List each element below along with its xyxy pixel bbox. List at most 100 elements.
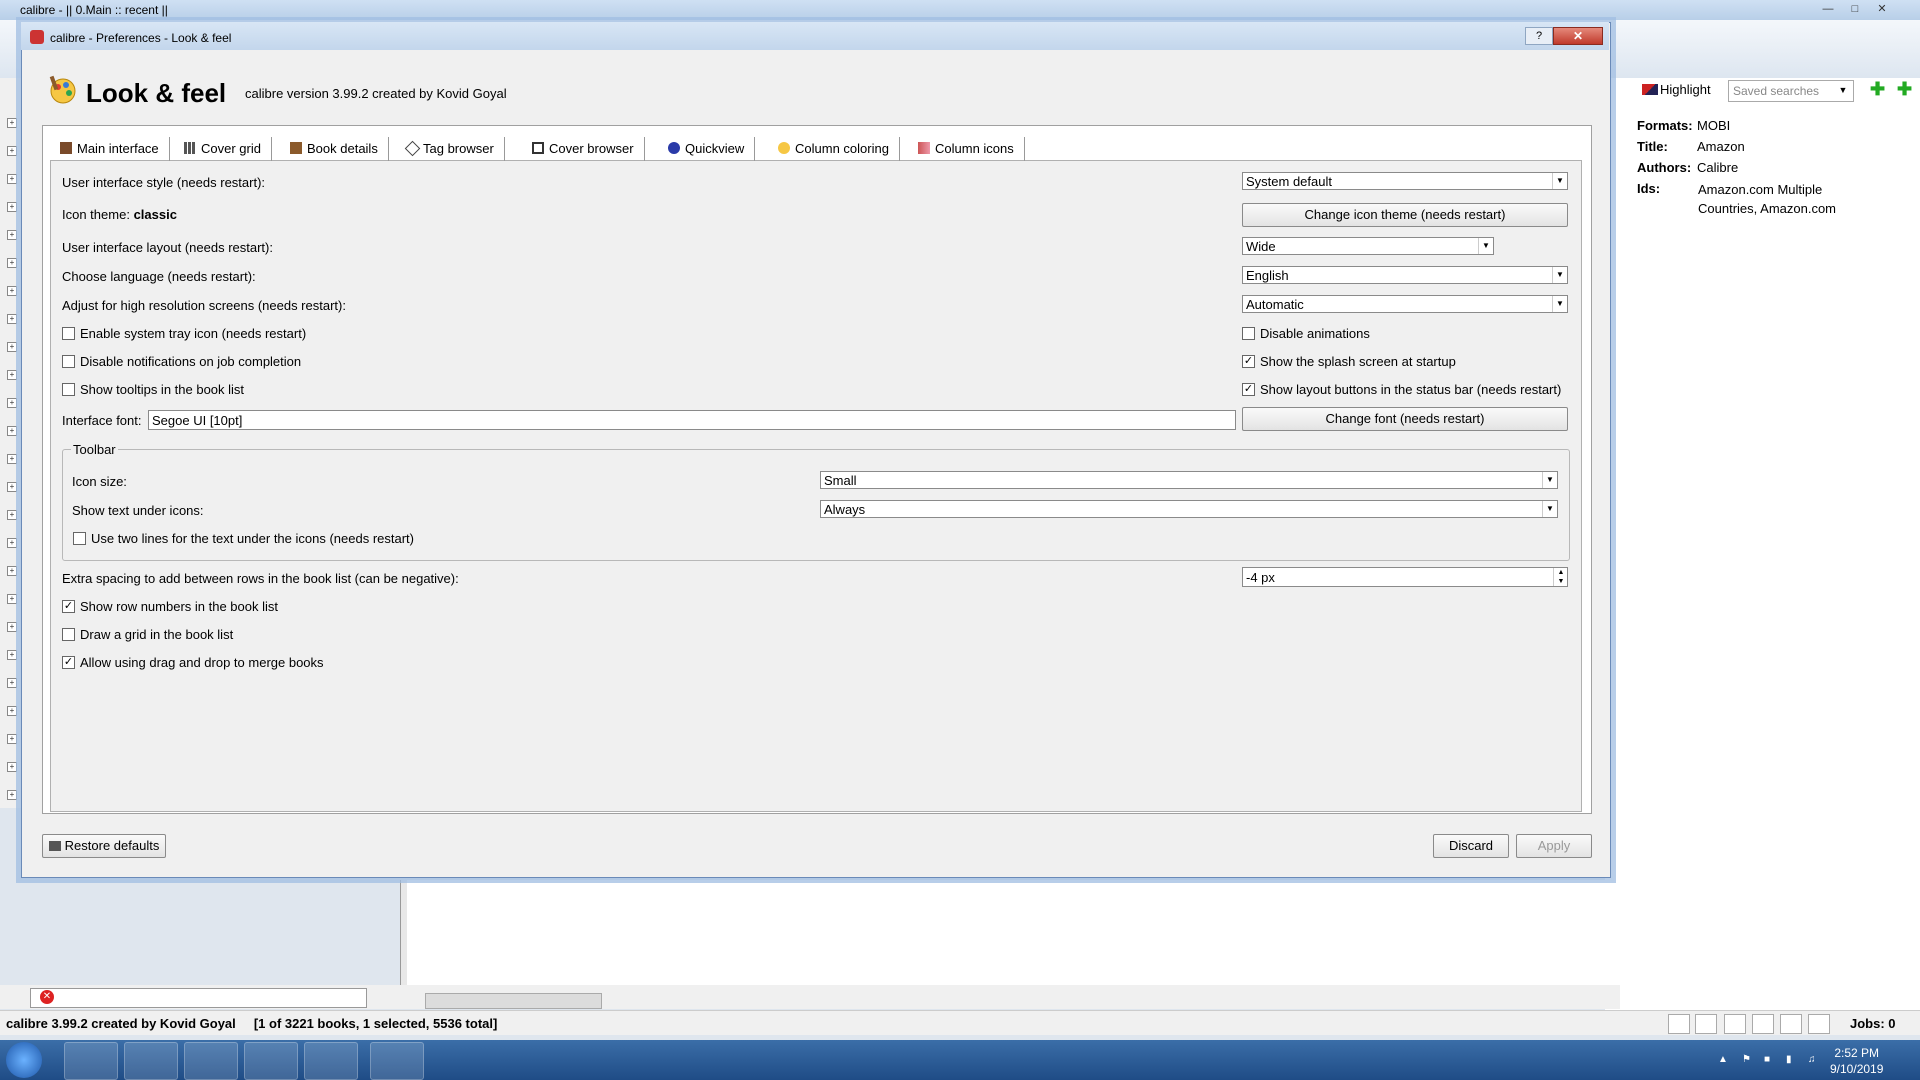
row-numbers-checkbox[interactable]: ✓ bbox=[62, 600, 75, 613]
interface-font-field[interactable]: Segoe UI [10pt] bbox=[148, 410, 1236, 430]
discard-button[interactable]: Discard bbox=[1433, 834, 1509, 858]
tree-expand-icon[interactable]: + bbox=[7, 370, 17, 380]
start-button[interactable] bbox=[6, 1042, 42, 1078]
taskbar-kindle-icon[interactable] bbox=[184, 1042, 238, 1080]
taskbar-app-icon[interactable] bbox=[244, 1042, 298, 1080]
tab-column-icons[interactable]: Column icons bbox=[910, 137, 1025, 161]
scrollbar-thumb[interactable] bbox=[425, 993, 602, 1009]
hires-label: Adjust for high resolution screens (need… bbox=[62, 298, 346, 313]
tree-expand-icon[interactable]: + bbox=[7, 146, 17, 156]
tab-book-details[interactable]: Book details bbox=[282, 137, 389, 161]
tree-expand-icon[interactable]: + bbox=[7, 734, 17, 744]
tree-expand-icon[interactable]: + bbox=[7, 790, 17, 800]
tray-signal-icon[interactable]: ▮ bbox=[1786, 1054, 1798, 1066]
layout-tag-browser-icon[interactable] bbox=[1668, 1014, 1690, 1034]
chevron-down-icon[interactable]: ▼ bbox=[1836, 80, 1850, 100]
tree-expand-icon[interactable]: + bbox=[7, 202, 17, 212]
tree-expand-icon[interactable]: + bbox=[7, 706, 17, 716]
tree-expand-icon[interactable]: + bbox=[7, 342, 17, 352]
apply-button[interactable]: Apply bbox=[1516, 834, 1592, 858]
splitter[interactable] bbox=[400, 880, 407, 1000]
restore-defaults-button[interactable]: Restore defaults bbox=[42, 834, 166, 858]
tree-expand-icon[interactable]: + bbox=[7, 258, 17, 268]
tree-expand-icon[interactable]: + bbox=[7, 314, 17, 324]
tray-arrow-icon[interactable]: ▲ bbox=[1718, 1054, 1730, 1066]
tree-expand-icon[interactable]: + bbox=[7, 622, 17, 632]
tray-flag-icon[interactable]: ⚑ bbox=[1742, 1054, 1754, 1066]
hires-select[interactable]: Automatic ▼ bbox=[1242, 295, 1568, 313]
ui-style-select[interactable]: System default ▼ bbox=[1242, 172, 1568, 190]
show-tooltips-checkbox[interactable] bbox=[62, 383, 75, 396]
close-icon[interactable]: ✕ bbox=[1872, 2, 1892, 16]
minimize-icon[interactable]: — bbox=[1818, 2, 1838, 16]
layout-quickview-icon[interactable] bbox=[1780, 1014, 1802, 1034]
taskbar-firefox-icon[interactable] bbox=[124, 1042, 178, 1080]
jobs-indicator[interactable]: Jobs: 0 bbox=[1850, 1016, 1896, 1031]
taskbar-folder-icon[interactable] bbox=[304, 1042, 358, 1080]
ui-layout-select[interactable]: Wide ▼ bbox=[1242, 237, 1494, 255]
clock-time: 2:52 PM bbox=[1834, 1046, 1880, 1060]
two-lines-checkbox[interactable] bbox=[73, 532, 86, 545]
change-icon-theme-button[interactable]: Change icon theme (needs restart) bbox=[1242, 203, 1568, 227]
tree-expand-icon[interactable]: + bbox=[7, 426, 17, 436]
disable-notifications-checkbox[interactable] bbox=[62, 355, 75, 368]
tree-expand-icon[interactable]: + bbox=[7, 650, 17, 660]
layout-cover-browser-icon[interactable] bbox=[1724, 1014, 1746, 1034]
toolbar-group-title: Toolbar bbox=[71, 442, 118, 457]
clear-icon[interactable]: ✕ bbox=[40, 990, 54, 1004]
tree-expand-icon[interactable]: + bbox=[7, 762, 17, 772]
draw-grid-checkbox[interactable] bbox=[62, 628, 75, 641]
drag-drop-merge-checkbox[interactable]: ✓ bbox=[62, 656, 75, 669]
layout-cover-grid-icon[interactable] bbox=[1752, 1014, 1774, 1034]
tree-expand-icon[interactable]: + bbox=[7, 510, 17, 520]
layout-book-details-icon[interactable] bbox=[1808, 1014, 1830, 1034]
formats-link[interactable]: MOBI bbox=[1697, 118, 1730, 133]
tree-expand-icon[interactable]: + bbox=[7, 538, 17, 548]
tab-cover-browser[interactable]: Cover browser bbox=[524, 137, 645, 161]
layout-buttons-checkbox[interactable]: ✓ bbox=[1242, 383, 1255, 396]
help-button[interactable]: ? bbox=[1525, 27, 1553, 45]
splash-screen-checkbox[interactable]: ✓ bbox=[1242, 355, 1255, 368]
row-spacing-spinbox[interactable]: -4 px bbox=[1242, 567, 1568, 587]
icon-size-select[interactable]: Small ▼ bbox=[820, 471, 1558, 489]
close-button[interactable]: ✕ bbox=[1553, 27, 1603, 45]
tree-expand-icon[interactable]: + bbox=[7, 482, 17, 492]
change-font-button[interactable]: Change font (needs restart) bbox=[1242, 407, 1568, 431]
taskbar-calibre-icon[interactable] bbox=[370, 1042, 424, 1080]
authors-link[interactable]: Calibre bbox=[1697, 160, 1738, 175]
ids-links[interactable]: Amazon.com Multiple Countries, Amazon.co… bbox=[1698, 180, 1868, 218]
language-select[interactable]: English ▼ bbox=[1242, 266, 1568, 284]
cover-browser-icon bbox=[532, 142, 544, 154]
tree-expand-icon[interactable]: + bbox=[7, 566, 17, 576]
spin-arrows-icon[interactable]: ▲ ▼ bbox=[1553, 568, 1568, 586]
layout-tag-icon[interactable] bbox=[1695, 1014, 1717, 1034]
system-tray-checkbox[interactable] bbox=[62, 327, 75, 340]
tab-cover-grid[interactable]: Cover grid bbox=[176, 137, 272, 161]
tab-quickview[interactable]: Quickview bbox=[660, 137, 756, 161]
tag-search-input[interactable] bbox=[30, 988, 367, 1008]
tree-expand-icon[interactable]: + bbox=[7, 118, 17, 128]
save-search-icon[interactable]: ✚ bbox=[1870, 80, 1888, 98]
tree-expand-icon[interactable]: + bbox=[7, 454, 17, 464]
taskbar-explorer-icon[interactable] bbox=[64, 1042, 118, 1080]
tree-expand-icon[interactable]: + bbox=[7, 230, 17, 240]
tree-expand-icon[interactable]: + bbox=[7, 398, 17, 408]
tab-column-coloring[interactable]: Column coloring bbox=[770, 137, 900, 161]
tray-volume-icon[interactable]: ♫ bbox=[1808, 1054, 1820, 1066]
add-search-icon[interactable]: ✚ bbox=[1897, 80, 1915, 98]
maximize-icon[interactable]: □ bbox=[1845, 2, 1865, 16]
tab-tag-browser[interactable]: Tag browser bbox=[399, 137, 505, 161]
tree-expand-icon[interactable]: + bbox=[7, 594, 17, 604]
tab-main-interface[interactable]: Main interface bbox=[52, 137, 170, 161]
tree-expand-icon[interactable]: + bbox=[7, 286, 17, 296]
tree-expand-icon[interactable]: + bbox=[7, 678, 17, 688]
restore-label: Restore defaults bbox=[64, 838, 160, 853]
text-under-icons-select[interactable]: Always ▼ bbox=[820, 500, 1558, 518]
clock[interactable]: 2:52 PM 9/10/2019 bbox=[1830, 1045, 1883, 1077]
highlight-toggle[interactable]: Highlight bbox=[1642, 82, 1711, 97]
tree-expand-icon[interactable]: + bbox=[7, 174, 17, 184]
text-under-icons-label: Show text under icons: bbox=[72, 503, 204, 518]
tray-network-icon[interactable]: ■ bbox=[1764, 1054, 1776, 1066]
disable-animations-checkbox[interactable] bbox=[1242, 327, 1255, 340]
dialog-title: calibre - Preferences - Look & feel bbox=[50, 31, 232, 45]
